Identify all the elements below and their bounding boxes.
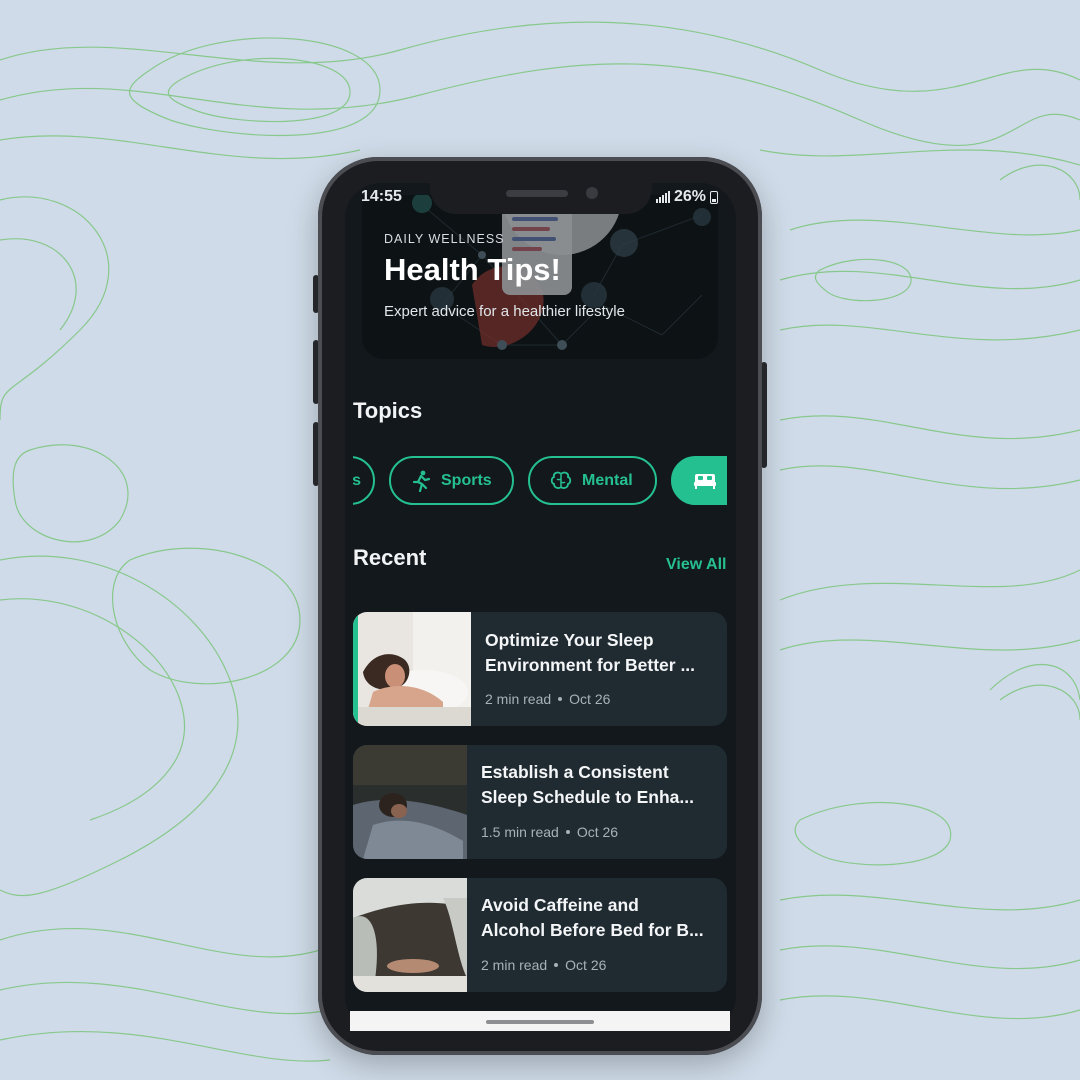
article-title-line: Sleep Schedule to Enha...	[481, 787, 694, 807]
topic-chip-sports[interactable]: Sports	[389, 456, 514, 505]
hero-eyebrow: DAILY WELLNESS	[384, 232, 505, 246]
bed-icon	[694, 473, 716, 489]
article-date: Oct 26	[565, 957, 607, 973]
running-person-icon	[412, 470, 431, 492]
home-indicator[interactable]	[486, 1020, 594, 1024]
article-meta: 2 min read Oct 26	[485, 691, 610, 707]
front-camera	[586, 187, 598, 199]
topic-chip-label: s	[353, 471, 361, 489]
article-meta: 2 min read Oct 26	[481, 957, 606, 973]
article-meta: 1.5 min read Oct 26	[481, 824, 618, 840]
status-time: 14:55	[361, 188, 402, 205]
status-indicators: 26%	[656, 188, 719, 206]
article-title: Avoid Caffeine and Alcohol Before Bed fo…	[481, 893, 713, 943]
article-title: Optimize Your Sleep Environment for Bett…	[485, 628, 717, 678]
article-title-line: Environment for Better ...	[485, 655, 696, 675]
article-title-line: Avoid Caffeine and	[481, 895, 639, 915]
hero-subtitle: Expert advice for a healthier lifestyle	[384, 303, 625, 320]
separator-dot	[554, 963, 559, 967]
article-title-line: Alcohol Before Bed for B...	[481, 920, 704, 940]
read-time: 1.5 min read	[481, 824, 559, 840]
card-accent-bar	[353, 612, 358, 726]
article-title-line: Optimize Your Sleep	[485, 630, 654, 650]
view-all-link[interactable]: View All	[666, 556, 726, 574]
separator-dot	[558, 697, 563, 701]
topics-heading: Topics	[353, 398, 423, 423]
article-title: Establish a Consistent Sleep Schedule to…	[481, 760, 713, 810]
topic-chip-sleep[interactable]: S	[671, 456, 727, 505]
topic-chip-partial[interactable]: s	[353, 456, 375, 505]
read-time: 2 min read	[485, 691, 552, 707]
article-card[interactable]: Establish a Consistent Sleep Schedule to…	[353, 745, 727, 859]
speaker-grille	[506, 190, 568, 197]
hero-title: Health Tips!	[384, 252, 561, 287]
article-card[interactable]: Avoid Caffeine and Alcohol Before Bed fo…	[353, 878, 727, 992]
article-thumbnail	[353, 878, 467, 992]
signal-icon	[656, 191, 670, 203]
separator-dot	[565, 830, 570, 834]
article-thumbnail	[353, 745, 467, 859]
article-thumbnail	[353, 612, 471, 726]
battery-percentage: 26%	[674, 188, 707, 205]
article-card[interactable]: Optimize Your Sleep Environment for Bett…	[353, 612, 727, 726]
topic-chip-label: Mental	[582, 471, 633, 489]
topics-chip-scroller[interactable]: s Sports Mental S	[353, 456, 727, 505]
article-date: Oct 26	[576, 824, 619, 840]
read-time: 2 min read	[481, 957, 548, 973]
article-date: Oct 26	[569, 691, 611, 707]
topic-chip-label: Sports	[441, 471, 492, 489]
brain-icon	[550, 471, 572, 489]
topic-chip-mental[interactable]: Mental	[528, 456, 657, 505]
recent-heading: Recent	[353, 545, 427, 570]
battery-icon	[710, 190, 719, 204]
article-title-line: Establish a Consistent	[481, 762, 669, 782]
